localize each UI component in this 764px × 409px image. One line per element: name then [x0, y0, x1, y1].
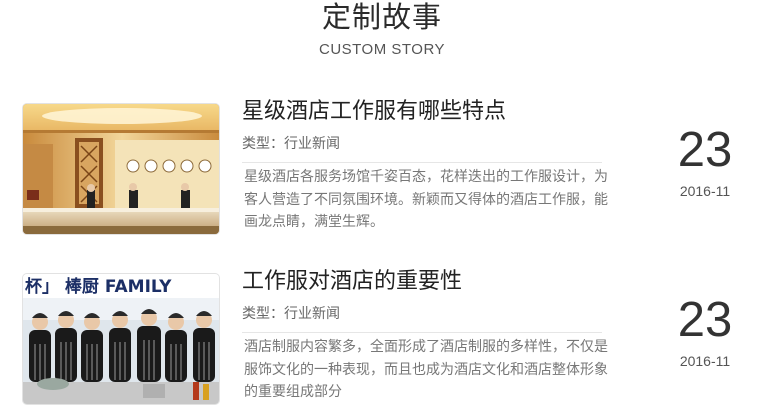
story-date-day: 23 [677, 293, 733, 347]
story-summary: 酒店制服内容繁多，全面形成了酒店制服的多样性，不仅是服饰文化的一种表现，而且也成… [244, 339, 608, 400]
kitchen-staff-image: 杯」 棒厨 FAMILY [23, 274, 219, 404]
custom-story-section: 定制故事 CUSTOM STORY 星级酒店工作服有哪些特点 类型：行业新闻 星… [0, 0, 764, 409]
section-subtitle: CUSTOM STORY [318, 41, 446, 58]
story-date-month: 2016-11 [679, 353, 731, 369]
story-divider [242, 162, 602, 163]
story-item[interactable]: 杯」 棒厨 FAMILY 工作服对酒店的重要性 类型：行业新闻 酒店制服内容繁多… [0, 268, 764, 408]
story-category: 类型：行业新闻 [242, 306, 340, 322]
story-summary: 星级酒店各服务场馆千姿百态，花样迭出的工作服设计，为客人营造了不同氛围环境。新颖… [244, 169, 608, 230]
story-date-month: 2016-11 [679, 183, 731, 199]
banner-text: 杯」 棒厨 FAMILY [25, 276, 172, 297]
story-title-link[interactable]: 工作服对酒店的重要性 [242, 268, 462, 296]
hotel-lobby-image [23, 104, 219, 234]
story-item[interactable]: 星级酒店工作服有哪些特点 类型：行业新闻 星级酒店各服务场馆千姿百态，花样迭出的… [0, 98, 764, 238]
section-title: 定制故事 [321, 0, 442, 34]
story-divider [242, 332, 602, 333]
story-category: 类型：行业新闻 [242, 136, 340, 152]
story-date-day: 23 [677, 123, 733, 177]
story-thumbnail-kitchen-staff[interactable]: 杯」 棒厨 FAMILY [22, 273, 220, 405]
story-title-link[interactable]: 星级酒店工作服有哪些特点 [242, 98, 506, 126]
story-thumbnail-hotel-lobby[interactable] [22, 103, 220, 235]
